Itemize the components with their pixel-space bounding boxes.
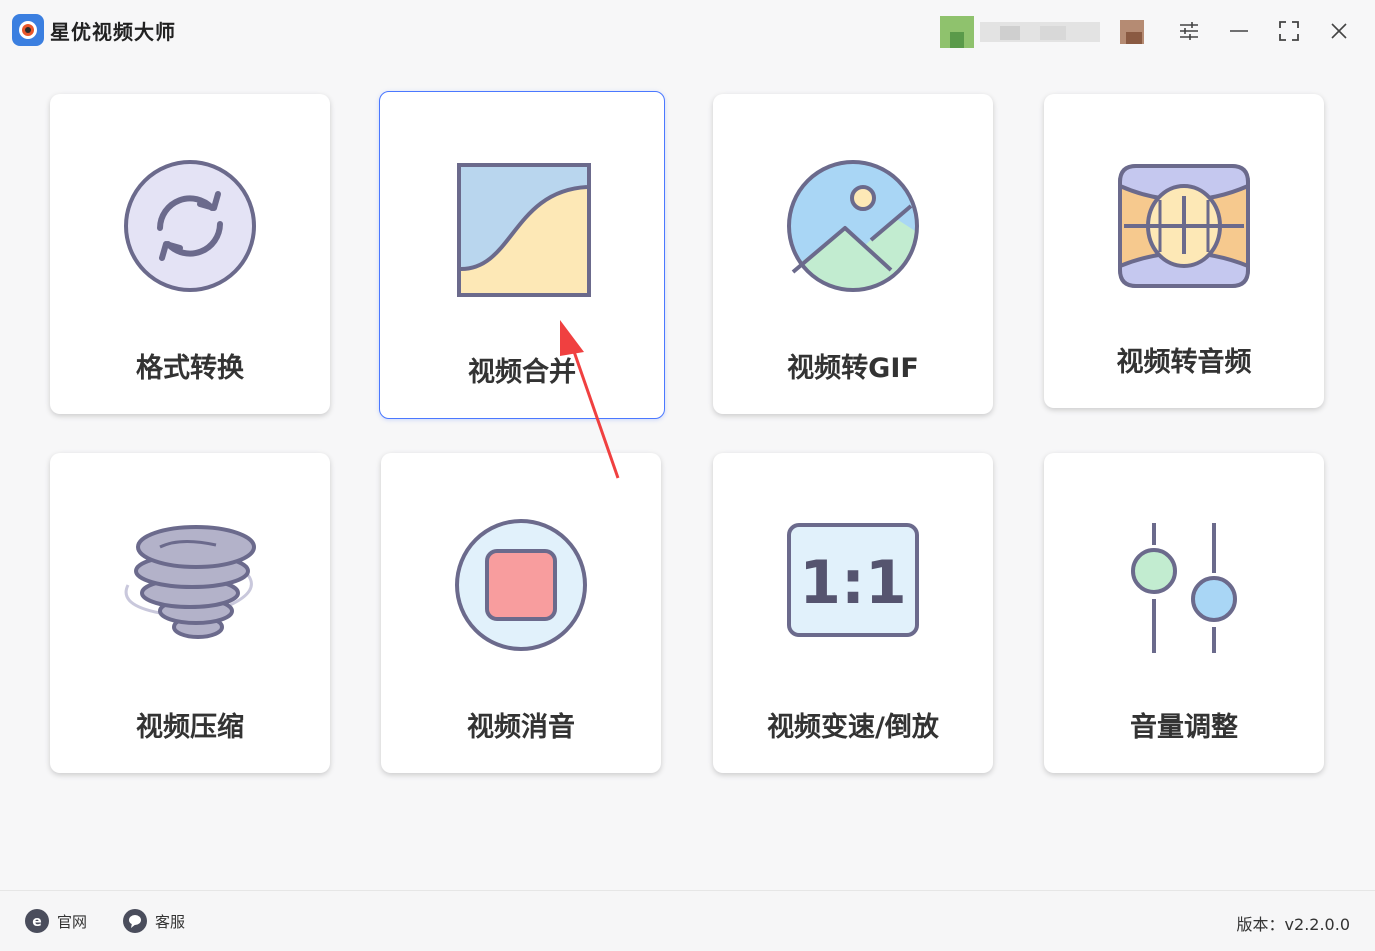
tool-card-video-to-gif[interactable]: 视频转GIF: [713, 94, 993, 414]
tool-label: 视频转音频: [1116, 347, 1252, 378]
merge-curve-icon: [453, 157, 593, 297]
tool-label: 音量调整: [1130, 712, 1238, 743]
chat-bubble-icon: [123, 909, 147, 933]
tool-label: 视频消音: [467, 712, 575, 743]
tool-card-format-convert[interactable]: 格式转换: [50, 94, 330, 414]
ratio-text: 1:1: [799, 548, 907, 618]
tool-card-volume-adjust[interactable]: 音量调整: [1044, 453, 1324, 773]
svg-text:e: e: [32, 914, 42, 929]
website-label: 官网: [57, 912, 88, 931]
close-icon[interactable]: [1322, 15, 1356, 47]
picture-landscape-icon: [783, 156, 923, 296]
app-title: 星优视频大师: [50, 20, 176, 44]
tool-label: 视频转GIF: [787, 353, 919, 384]
tool-label: 视频变速/倒放: [767, 712, 939, 743]
version-text: 版本：v2.2.0.0: [1236, 915, 1350, 934]
tool-label: 视频压缩: [136, 712, 244, 743]
settings-icon[interactable]: [1172, 15, 1206, 47]
volume-sliders-icon: [1114, 515, 1254, 655]
convert-arrows-icon: [120, 156, 260, 296]
app-logo-icon: [12, 14, 44, 46]
tool-card-video-merge[interactable]: 视频合并: [379, 91, 665, 419]
maximize-icon[interactable]: [1272, 15, 1306, 47]
ratio-1-1-icon: 1:1: [783, 515, 923, 655]
user-avatar-blurred[interactable]: [940, 16, 1155, 48]
tool-card-video-compress[interactable]: 视频压缩: [50, 453, 330, 773]
support-label: 客服: [155, 912, 186, 931]
ie-globe-icon: e: [25, 909, 49, 933]
audio-grid-icon: [1114, 156, 1254, 296]
tool-label: 视频合并: [468, 357, 576, 388]
stop-square-icon: [451, 515, 591, 655]
title-bar: 星优视频大师: [0, 0, 1375, 62]
support-link[interactable]: 客服: [123, 909, 185, 933]
tool-card-video-mute[interactable]: 视频消音: [381, 453, 661, 773]
tornado-compress-icon: [120, 515, 260, 655]
website-link[interactable]: e 官网: [25, 909, 87, 933]
minimize-icon[interactable]: [1222, 15, 1256, 47]
tool-card-speed-reverse[interactable]: 1:1 视频变速/倒放: [713, 453, 993, 773]
tool-card-video-to-audio[interactable]: 视频转音频: [1044, 94, 1324, 408]
tool-label: 格式转换: [136, 353, 244, 384]
footer-bar: e 官网 客服 版本：v2.2.0.0: [0, 890, 1375, 951]
